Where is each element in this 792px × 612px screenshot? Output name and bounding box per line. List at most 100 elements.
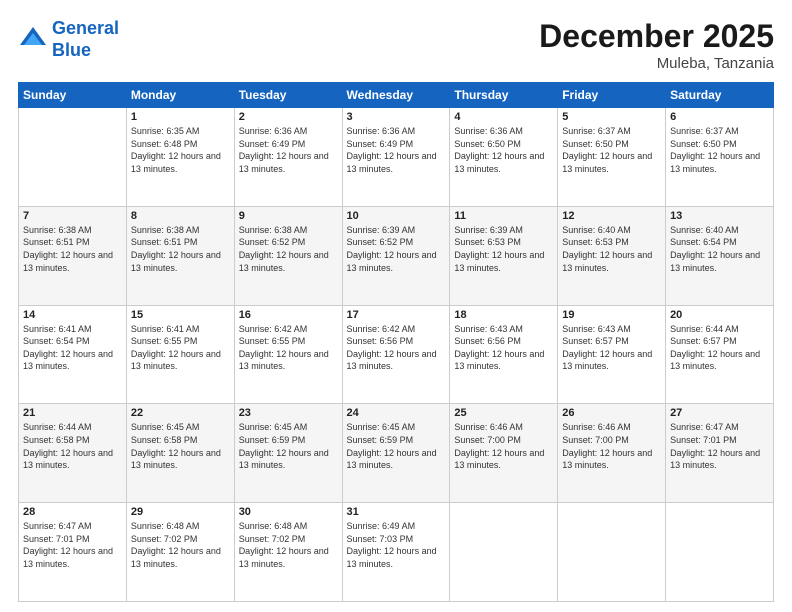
day-number: 30 (239, 506, 338, 518)
day-number: 14 (23, 309, 122, 321)
day-number: 20 (670, 309, 769, 321)
day-number: 8 (131, 210, 230, 222)
day-info: Sunrise: 6:39 AM Sunset: 6:53 PM Dayligh… (454, 224, 553, 274)
day-info: Sunrise: 6:36 AM Sunset: 6:49 PM Dayligh… (347, 125, 446, 175)
day-cell (19, 108, 127, 207)
day-info: Sunrise: 6:44 AM Sunset: 6:57 PM Dayligh… (670, 323, 769, 373)
location: Muleba, Tanzania (539, 55, 774, 72)
day-number: 23 (239, 407, 338, 419)
month-title: December 2025 (539, 18, 774, 55)
day-number: 5 (562, 111, 661, 123)
day-info: Sunrise: 6:48 AM Sunset: 7:02 PM Dayligh… (239, 520, 338, 570)
day-cell: 8 Sunrise: 6:38 AM Sunset: 6:51 PM Daylig… (126, 206, 234, 305)
day-info: Sunrise: 6:43 AM Sunset: 6:56 PM Dayligh… (454, 323, 553, 373)
day-cell: 23 Sunrise: 6:45 AM Sunset: 6:59 PM Dayli… (234, 404, 342, 503)
day-cell: 30 Sunrise: 6:48 AM Sunset: 7:02 PM Dayli… (234, 503, 342, 602)
logo-icon (18, 25, 48, 55)
day-info: Sunrise: 6:37 AM Sunset: 6:50 PM Dayligh… (562, 125, 661, 175)
day-number: 1 (131, 111, 230, 123)
day-number: 7 (23, 210, 122, 222)
day-cell: 25Sunrise: 6:46 AM Sunset: 7:00 PM Dayli… (450, 404, 558, 503)
week-row-2: 14 Sunrise: 6:41 AM Sunset: 6:54 PM Dayli… (19, 305, 774, 404)
day-number: 19 (562, 309, 661, 321)
day-number: 16 (239, 309, 338, 321)
day-number: 21 (23, 407, 122, 419)
day-cell: 20 Sunrise: 6:44 AM Sunset: 6:57 PM Dayli… (666, 305, 774, 404)
day-info: Sunrise: 6:35 AM Sunset: 6:48 PM Dayligh… (131, 125, 230, 175)
day-info: Sunrise: 6:36 AM Sunset: 6:50 PM Dayligh… (454, 125, 553, 175)
day-info: Sunrise: 6:45 AM Sunset: 6:59 PM Dayligh… (347, 421, 446, 471)
calendar-table: SundayMondayTuesdayWednesdayThursdayFrid… (18, 82, 774, 602)
week-row-4: 28Sunrise: 6:47 AM Sunset: 7:01 PM Dayli… (19, 503, 774, 602)
day-number: 6 (670, 111, 769, 123)
day-cell: 14 Sunrise: 6:41 AM Sunset: 6:54 PM Dayli… (19, 305, 127, 404)
day-info: Sunrise: 6:41 AM Sunset: 6:54 PM Dayligh… (23, 323, 122, 373)
day-cell: 11Sunrise: 6:39 AM Sunset: 6:53 PM Dayli… (450, 206, 558, 305)
day-info: Sunrise: 6:39 AM Sunset: 6:52 PM Dayligh… (347, 224, 446, 274)
day-cell: 13Sunrise: 6:40 AM Sunset: 6:54 PM Dayli… (666, 206, 774, 305)
day-number: 18 (454, 309, 553, 321)
day-cell: 26 Sunrise: 6:46 AM Sunset: 7:00 PM Dayli… (558, 404, 666, 503)
day-info: Sunrise: 6:45 AM Sunset: 6:58 PM Dayligh… (131, 421, 230, 471)
weekday-header-saturday: Saturday (666, 83, 774, 108)
day-cell (450, 503, 558, 602)
weekday-header-sunday: Sunday (19, 83, 127, 108)
logo-text: General Blue (52, 18, 119, 61)
day-cell: 17 Sunrise: 6:42 AM Sunset: 6:56 PM Dayli… (342, 305, 450, 404)
day-number: 22 (131, 407, 230, 419)
week-row-3: 21 Sunrise: 6:44 AM Sunset: 6:58 PM Dayli… (19, 404, 774, 503)
day-number: 12 (562, 210, 661, 222)
day-number: 27 (670, 407, 769, 419)
day-number: 17 (347, 309, 446, 321)
day-number: 2 (239, 111, 338, 123)
day-info: Sunrise: 6:42 AM Sunset: 6:56 PM Dayligh… (347, 323, 446, 373)
day-number: 28 (23, 506, 122, 518)
day-info: Sunrise: 6:47 AM Sunset: 7:01 PM Dayligh… (670, 421, 769, 471)
day-cell: 24 Sunrise: 6:45 AM Sunset: 6:59 PM Dayli… (342, 404, 450, 503)
day-number: 10 (347, 210, 446, 222)
day-cell: 18 Sunrise: 6:43 AM Sunset: 6:56 PM Dayli… (450, 305, 558, 404)
day-info: Sunrise: 6:42 AM Sunset: 6:55 PM Dayligh… (239, 323, 338, 373)
day-info: Sunrise: 6:45 AM Sunset: 6:59 PM Dayligh… (239, 421, 338, 471)
title-block: December 2025 Muleba, Tanzania (539, 18, 774, 72)
day-info: Sunrise: 6:46 AM Sunset: 7:00 PM Dayligh… (562, 421, 661, 471)
day-number: 24 (347, 407, 446, 419)
day-number: 31 (347, 506, 446, 518)
day-number: 13 (670, 210, 769, 222)
weekday-header-friday: Friday (558, 83, 666, 108)
day-cell: 21 Sunrise: 6:44 AM Sunset: 6:58 PM Dayli… (19, 404, 127, 503)
week-row-0: 1 Sunrise: 6:35 AM Sunset: 6:48 PM Daylig… (19, 108, 774, 207)
day-cell: 28Sunrise: 6:47 AM Sunset: 7:01 PM Dayli… (19, 503, 127, 602)
day-cell (558, 503, 666, 602)
day-info: Sunrise: 6:44 AM Sunset: 6:58 PM Dayligh… (23, 421, 122, 471)
day-cell: 19 Sunrise: 6:43 AM Sunset: 6:57 PM Dayli… (558, 305, 666, 404)
day-cell: 3Sunrise: 6:36 AM Sunset: 6:49 PM Daylig… (342, 108, 450, 207)
day-info: Sunrise: 6:38 AM Sunset: 6:52 PM Dayligh… (239, 224, 338, 274)
day-info: Sunrise: 6:40 AM Sunset: 6:53 PM Dayligh… (562, 224, 661, 274)
day-number: 4 (454, 111, 553, 123)
day-number: 26 (562, 407, 661, 419)
day-cell: 7 Sunrise: 6:38 AM Sunset: 6:51 PM Daylig… (19, 206, 127, 305)
day-info: Sunrise: 6:38 AM Sunset: 6:51 PM Dayligh… (23, 224, 122, 274)
day-info: Sunrise: 6:37 AM Sunset: 6:50 PM Dayligh… (670, 125, 769, 175)
day-info: Sunrise: 6:43 AM Sunset: 6:57 PM Dayligh… (562, 323, 661, 373)
weekday-header-tuesday: Tuesday (234, 83, 342, 108)
week-row-1: 7 Sunrise: 6:38 AM Sunset: 6:51 PM Daylig… (19, 206, 774, 305)
day-cell: 22 Sunrise: 6:45 AM Sunset: 6:58 PM Dayli… (126, 404, 234, 503)
day-cell: 1 Sunrise: 6:35 AM Sunset: 6:48 PM Daylig… (126, 108, 234, 207)
day-cell: 15 Sunrise: 6:41 AM Sunset: 6:55 PM Dayli… (126, 305, 234, 404)
day-cell (666, 503, 774, 602)
logo: General Blue (18, 18, 119, 61)
day-cell: 16 Sunrise: 6:42 AM Sunset: 6:55 PM Dayli… (234, 305, 342, 404)
day-cell: 4 Sunrise: 6:36 AM Sunset: 6:50 PM Daylig… (450, 108, 558, 207)
day-cell: 29Sunrise: 6:48 AM Sunset: 7:02 PM Dayli… (126, 503, 234, 602)
logo-line1: General (52, 18, 119, 38)
day-info: Sunrise: 6:38 AM Sunset: 6:51 PM Dayligh… (131, 224, 230, 274)
day-cell: 2Sunrise: 6:36 AM Sunset: 6:49 PM Daylig… (234, 108, 342, 207)
day-number: 15 (131, 309, 230, 321)
weekday-header-thursday: Thursday (450, 83, 558, 108)
day-number: 25 (454, 407, 553, 419)
day-number: 29 (131, 506, 230, 518)
weekday-header-monday: Monday (126, 83, 234, 108)
day-info: Sunrise: 6:41 AM Sunset: 6:55 PM Dayligh… (131, 323, 230, 373)
